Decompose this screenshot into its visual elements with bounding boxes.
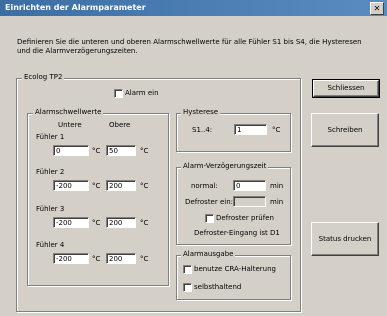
schwellwerte-group-title: Alarmschwellwerte xyxy=(33,108,104,117)
defroster-delay-input xyxy=(233,196,266,207)
sensor-2-lower-input[interactable]: -200 xyxy=(53,180,89,191)
sensor-2-upper-input[interactable]: 200 xyxy=(106,180,136,191)
hysterese-group-title: Hysterese xyxy=(181,108,221,117)
sensor-1-lower-input[interactable]: 0 xyxy=(53,145,89,156)
selbsthaltend-checkbox[interactable] xyxy=(183,283,192,292)
sensor-4-lower-unit: °C xyxy=(92,255,101,263)
defroster-pruefen-label: Defroster prüfen xyxy=(216,214,274,222)
defroster-eingang-text: Defroster-Eingang ist D1 xyxy=(194,229,280,237)
alarm-ein-checkbox[interactable] xyxy=(114,89,123,98)
verzoegerung-group-title: Alarm-Verzögerungszeit xyxy=(181,162,269,171)
sensor-3-upper-input[interactable]: 200 xyxy=(106,217,136,228)
hysterese-input[interactable]: 1 xyxy=(234,124,267,135)
sensor-1-upper-unit: °C xyxy=(140,147,149,155)
close-icon[interactable]: ✕ xyxy=(370,2,384,15)
sensor-1-upper-input[interactable]: 50 xyxy=(106,145,136,156)
window-titlebar: Einrichten der Alarmparameter ✕ xyxy=(0,0,387,16)
sensor-2-lower-unit: °C xyxy=(92,182,101,190)
alarm-ein-label: Alarm ein xyxy=(125,89,159,97)
schreiben-button[interactable]: Schreiben xyxy=(311,113,379,147)
sensor-3-lower-unit: °C xyxy=(92,219,101,227)
sensor-1-lower-unit: °C xyxy=(92,147,101,155)
defroster-delay-label: Defroster ein: xyxy=(185,198,234,206)
alarmausgabe-group-title: Alarmausgabe xyxy=(181,250,236,259)
hysterese-unit: °C xyxy=(272,126,281,134)
sensor-3-lower-input[interactable]: -200 xyxy=(53,217,89,228)
column-header-upper: Obere xyxy=(109,121,131,129)
schliessen-button[interactable]: Schliessen xyxy=(312,79,380,98)
sensor-4-label: Fühler 4 xyxy=(36,241,65,249)
cra-halterung-checkbox[interactable] xyxy=(183,265,192,274)
column-header-lower: Untere xyxy=(58,121,82,129)
sensor-4-upper-unit: °C xyxy=(140,255,149,263)
sensor-2-upper-unit: °C xyxy=(140,182,149,190)
sensor-4-lower-input[interactable]: -200 xyxy=(53,253,89,264)
cra-halterung-label: benutze CRA-Halterung xyxy=(194,265,276,273)
sensor-3-upper-unit: °C xyxy=(140,219,149,227)
alarmausgabe-group xyxy=(176,255,291,300)
sensor-1-label: Fühler 1 xyxy=(36,133,65,141)
ecolog-group-title: Ecolog TP2 xyxy=(22,73,65,82)
defroster-pruefen-checkbox[interactable] xyxy=(205,214,214,223)
status-drucken-button[interactable]: Status drucken xyxy=(311,222,379,256)
description-text: Definieren Sie die unteren und oberen Al… xyxy=(17,38,362,55)
hysterese-label: S1..4: xyxy=(192,126,213,134)
sensor-2-label: Fühler 2 xyxy=(36,168,65,176)
sensor-4-upper-input[interactable]: 200 xyxy=(106,253,136,264)
normal-delay-unit: min xyxy=(270,182,284,190)
normal-delay-input[interactable]: 0 xyxy=(233,180,266,191)
sensor-3-label: Fühler 3 xyxy=(36,205,65,213)
defroster-delay-unit: min xyxy=(270,198,284,206)
normal-delay-label: normal: xyxy=(191,182,218,190)
selbsthaltend-label: selbsthaltend xyxy=(194,283,242,291)
window-title: Einrichten der Alarmparameter xyxy=(5,3,146,12)
